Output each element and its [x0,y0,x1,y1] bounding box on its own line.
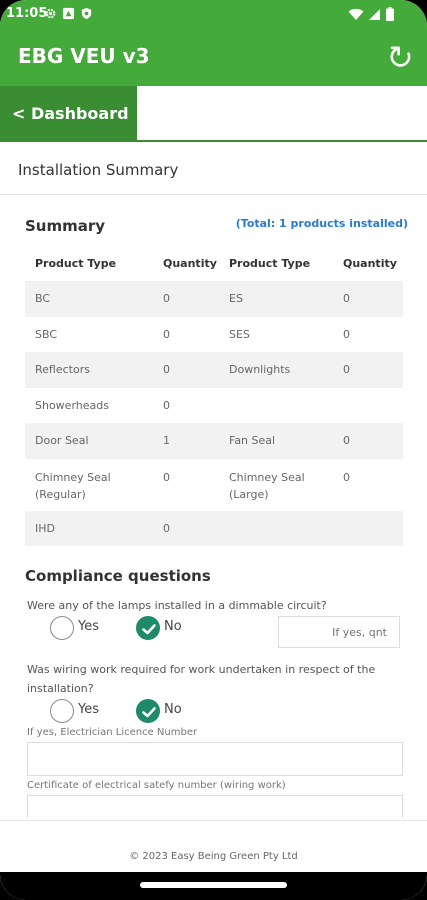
table-cell: 0 [163,522,170,535]
wiring-yes-radio[interactable]: Yes [50,699,110,723]
table-cell: Chimney Seal (Regular) [35,471,111,501]
phone-screen: 11:05 EBG VEU v3 < Dashboard Installatio… [0,0,427,900]
gesture-nav-bar [0,872,427,900]
compliance-title: Compliance questions [25,567,211,585]
copyright-text: © 2023 Easy Being Green Pty Ltd [129,851,298,862]
signal-icon [369,9,380,20]
app-bar: EBG VEU v3 [0,30,427,86]
table-cell: BC [35,292,51,305]
dimmable-yes-radio[interactable]: Yes [50,616,110,640]
table-cell [219,399,333,423]
radio-circle-checked [136,616,160,640]
wifi-icon [348,8,364,20]
status-bar: 11:05 [0,0,427,30]
table-row: Showerheads 0 [25,388,403,423]
table-cell: IHD [35,522,55,535]
table-cell: SES [229,328,250,341]
table-cell: 0 [343,292,350,305]
table-cell [333,522,403,546]
question-dimmable: Were any of the lamps installed in a dim… [27,599,327,612]
table-row: Door Seal 1 Fan Seal 0 [25,423,403,459]
check-icon [142,624,156,635]
summary-title: Summary [25,217,106,235]
table-cell [219,522,333,546]
table-cell [333,399,403,423]
summary-table: Product Type Quantity Product Type Quant… [25,245,403,546]
table-cell: 0 [343,363,350,376]
app-title: EBG VEU v3 [18,44,150,68]
dashboard-button[interactable]: < Dashboard [0,86,137,140]
summary-card: Summary (Total: 1 products installed) Pr… [15,203,412,818]
table-cell: 1 [163,434,170,447]
table-row: SBC 0 SES 0 [25,317,403,352]
header-quantity: Quantity [163,257,217,270]
section-header: Installation Summary [0,150,427,195]
summary-total: (Total: 1 products installed) [235,217,408,230]
table-row: IHD 0 [25,511,403,546]
table-cell: 0 [163,328,170,341]
table-cell: 0 [163,471,170,484]
tab-underline [0,140,427,142]
header-quantity: Quantity [343,257,397,270]
dimmable-no-radio[interactable]: No [136,616,196,640]
tab-row: < Dashboard [0,86,427,142]
wiring-no-radio[interactable]: No [136,699,196,723]
table-cell: Downlights [229,363,291,376]
shield-icon [81,7,92,20]
table-cell: 0 [343,434,350,447]
table-cell: Reflectors [35,363,90,376]
table-cell: Chimney Seal (Large) [229,471,305,501]
refresh-icon[interactable] [388,44,414,70]
radio-label: No [164,702,182,717]
radio-label: No [164,619,182,634]
table-cell: ES [229,292,243,305]
radio-circle [50,616,74,640]
radio-circle [50,699,74,723]
table-cell: Door Seal [35,434,89,447]
table-cell: SBC [35,328,58,341]
question-wiring: Was wiring work required for work undert… [27,663,376,695]
header-product-type: Product Type [229,257,311,270]
table-cell: 0 [163,363,170,376]
table-row: Chimney Seal (Regular) 0 Chimney Seal (L… [25,459,403,511]
app-notification-icon [62,7,75,20]
check-icon [142,707,156,718]
settings-icon [45,8,56,19]
table-cell: 0 [163,399,170,412]
table-cell: 0 [343,328,350,341]
table-cell: Fan Seal [229,434,276,447]
battery-icon [386,7,394,21]
home-indicator[interactable] [140,882,287,888]
radio-label: Yes [78,619,99,634]
certificate-number-input[interactable] [27,795,403,818]
table-header-row: Product Type Quantity Product Type Quant… [25,245,403,281]
table-cell: 0 [343,471,350,484]
radio-circle-checked [136,699,160,723]
section-title: Installation Summary [18,161,179,179]
dimmable-qnt-input[interactable] [278,616,400,648]
licence-number-input[interactable] [27,742,403,776]
licence-label: If yes, Electrician Licence Number [27,727,198,738]
table-cell: 0 [163,292,170,305]
header-product-type: Product Type [35,257,117,270]
status-time: 11:05 [6,6,48,21]
radio-label: Yes [78,702,99,717]
certificate-label: Certificate of electrical satefy number … [27,780,286,791]
table-row: BC 0 ES 0 [25,281,403,317]
table-cell: Showerheads [35,399,109,412]
table-row: Reflectors 0 Downlights 0 [25,352,403,388]
